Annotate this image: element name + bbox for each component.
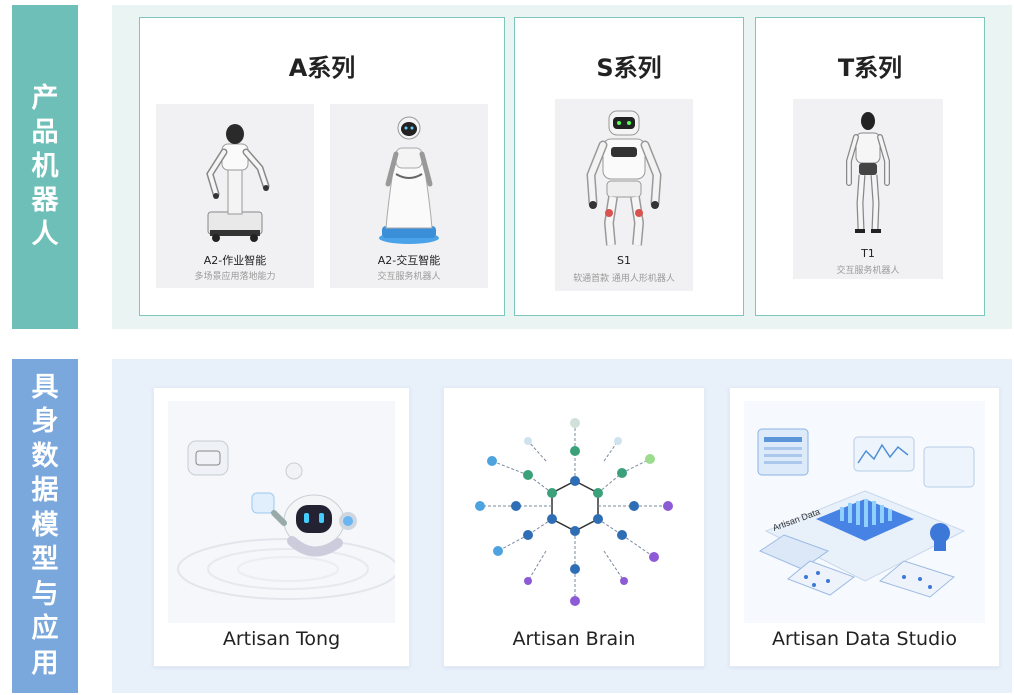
- platform-card-artisan-data-studio: Artisan Data Artisan Data Studio: [729, 387, 1000, 667]
- robot-desc: 多场景应用落地能力: [194, 272, 276, 282]
- robot-name: T1: [861, 247, 875, 260]
- robot-name: A2-交互智能: [377, 254, 441, 267]
- side-char: 身: [31, 406, 59, 438]
- side-char: 品: [31, 117, 59, 148]
- humanoid-robot-icon: [586, 110, 662, 246]
- robot-card-a2-interactive: A2-交互智能 交互服务机器人: [330, 104, 488, 288]
- side-char: 机: [31, 151, 59, 182]
- series-t-box: T系列 T1 交互服务机器人: [755, 17, 985, 316]
- side-char: 人: [31, 219, 59, 250]
- platform-image: [458, 401, 690, 623]
- robot-desc: 软通首款 通用人形机器人: [573, 274, 675, 284]
- series-title: A系列: [288, 54, 356, 82]
- side-char: 数: [31, 440, 59, 472]
- side-char: 据: [31, 475, 59, 507]
- side-char: 产: [31, 83, 59, 114]
- platform-name: Artisan Data Studio: [771, 628, 958, 650]
- robot-desc: 交互服务机器人: [377, 272, 441, 282]
- robot-card-a2-work: A2-作业智能 多场景应用落地能力: [156, 104, 314, 288]
- side-label-embodied-data: 具 身 数 据 模 型 与 应 用: [12, 359, 78, 693]
- series-s-box: S系列 S1 软通首款 通用人形机器人: [514, 17, 744, 316]
- robot-desc: 交互服务机器人: [836, 266, 900, 276]
- side-label-products: 产 品 机 器 人: [12, 5, 78, 329]
- side-char: 器: [31, 185, 59, 216]
- platform-card-artisan-brain: Artisan Brain: [443, 387, 705, 667]
- humanoid-robot-slim-icon: [846, 112, 890, 233]
- series-title: T系列: [837, 54, 903, 82]
- series-a-box: A系列 A2-作业智能 多场景应用落地能力 A2-交互智能 交互服务机器人: [139, 17, 505, 316]
- platform-card-artisan-tong: Artisan Tong: [153, 387, 410, 667]
- hexagon-network-illustration-icon: [475, 418, 673, 606]
- side-char: 应: [31, 613, 59, 645]
- robot-card-s1: S1 软通首款 通用人形机器人: [555, 99, 693, 291]
- robot-name: S1: [617, 254, 631, 267]
- side-char: 具: [31, 371, 59, 403]
- platform-name: Artisan Tong: [222, 628, 341, 650]
- robot-card-t1: T1 交互服务机器人: [793, 99, 943, 279]
- chat-bot-illustration-icon: [177, 440, 395, 600]
- side-char: 与: [31, 578, 59, 610]
- service-robot-icon: [379, 116, 439, 244]
- industrial-arm-robot-icon: [206, 124, 270, 242]
- side-char: 模: [31, 509, 59, 541]
- series-title: S系列: [596, 54, 662, 82]
- platform-image: Artisan Data: [744, 401, 985, 623]
- platform-image: [168, 401, 395, 623]
- robot-name: A2-作业智能: [203, 254, 267, 267]
- side-char: 型: [31, 544, 59, 576]
- side-char: 用: [31, 647, 59, 679]
- data-platform-illustration-icon: Artisan Data: [757, 428, 975, 598]
- platform-name: Artisan Brain: [512, 628, 636, 650]
